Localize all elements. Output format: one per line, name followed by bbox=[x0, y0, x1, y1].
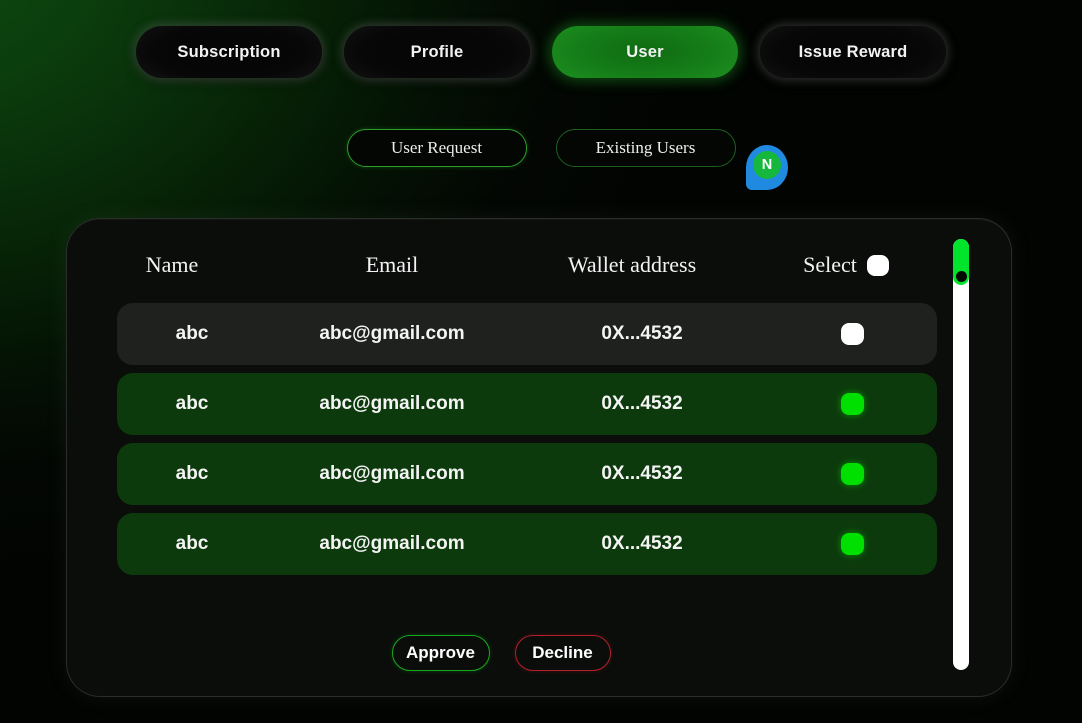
column-header-name: Name bbox=[145, 252, 199, 277]
cell-email: abc@gmail.com bbox=[319, 533, 465, 554]
cell-select bbox=[767, 323, 937, 345]
tab-profile[interactable]: Profile bbox=[344, 26, 530, 78]
user-request-panel: Name Email Wallet address Select abc abc… bbox=[66, 218, 1012, 697]
tab-user[interactable]: User bbox=[552, 26, 738, 78]
table-row[interactable]: abc abc@gmail.com 0X...4532 bbox=[117, 513, 937, 575]
cell-name: abc bbox=[175, 323, 209, 344]
cell-wallet-address: 0X...4532 bbox=[601, 393, 683, 414]
table-row[interactable]: abc abc@gmail.com 0X...4532 bbox=[117, 373, 937, 435]
column-header-select-label: Select bbox=[803, 252, 857, 277]
vertical-scrollbar-track[interactable] bbox=[953, 239, 969, 670]
approve-button-label: Approve bbox=[406, 643, 475, 662]
cell-name: abc bbox=[175, 463, 209, 484]
cell-email: abc@gmail.com bbox=[319, 463, 465, 484]
column-header-select: Select bbox=[757, 252, 935, 278]
row-select-toggle[interactable] bbox=[840, 323, 864, 345]
tab-profile-label: Profile bbox=[410, 42, 464, 61]
cell-select bbox=[767, 463, 937, 485]
cell-select bbox=[767, 393, 937, 415]
secondary-nav: User Request Existing Users bbox=[0, 129, 1082, 167]
cell-wallet-address: 0X...4532 bbox=[601, 533, 683, 554]
cell-email: abc@gmail.com bbox=[319, 323, 465, 344]
tab-issue-reward-label: Issue Reward bbox=[798, 42, 908, 61]
row-select-toggle[interactable] bbox=[840, 463, 864, 485]
subnav-user-request[interactable]: User Request bbox=[346, 129, 527, 167]
table-row[interactable]: abc abc@gmail.com 0X...4532 bbox=[117, 443, 937, 505]
subnav-user-request-label: User Request bbox=[390, 138, 483, 157]
tab-subscription-label: Subscription bbox=[177, 42, 281, 61]
table-body: abc abc@gmail.com 0X...4532 abc abc@gmai… bbox=[117, 303, 937, 583]
table-row[interactable]: abc abc@gmail.com 0X...4532 bbox=[117, 303, 937, 365]
cell-wallet-address: 0X...4532 bbox=[601, 323, 683, 344]
column-header-email: Email bbox=[365, 252, 419, 277]
row-select-toggle[interactable] bbox=[840, 393, 864, 415]
subnav-existing-users[interactable]: Existing Users bbox=[555, 129, 736, 167]
vertical-scrollbar-thumb[interactable] bbox=[953, 239, 969, 285]
approve-button[interactable]: Approve bbox=[391, 635, 490, 671]
scrollbar-grip-icon bbox=[956, 271, 967, 282]
cell-wallet-address: 0X...4532 bbox=[601, 463, 683, 484]
column-header-wallet-address: Wallet address bbox=[567, 252, 697, 277]
cell-select bbox=[767, 533, 937, 555]
tab-subscription[interactable]: Subscription bbox=[136, 26, 322, 78]
decline-button[interactable]: Decline bbox=[514, 635, 611, 671]
row-select-toggle[interactable] bbox=[840, 533, 864, 555]
cell-email: abc@gmail.com bbox=[319, 393, 465, 414]
primary-tab-bar: Subscription Profile User Issue Reward bbox=[0, 26, 1082, 78]
decline-button-label: Decline bbox=[532, 643, 593, 662]
table-header: Name Email Wallet address Select bbox=[67, 245, 935, 285]
user-request-page: Subscription Profile User Issue Reward U… bbox=[0, 0, 1082, 723]
action-button-row: Approve Decline bbox=[67, 635, 935, 671]
notification-pin-badge[interactable]: N bbox=[746, 145, 788, 190]
subnav-existing-users-label: Existing Users bbox=[595, 138, 696, 157]
tab-issue-reward[interactable]: Issue Reward bbox=[760, 26, 946, 78]
cell-name: abc bbox=[175, 533, 209, 554]
select-all-toggle[interactable] bbox=[866, 254, 889, 276]
cell-name: abc bbox=[175, 393, 209, 414]
tab-user-label: User bbox=[626, 42, 664, 61]
notification-badge-letter: N bbox=[753, 151, 781, 179]
